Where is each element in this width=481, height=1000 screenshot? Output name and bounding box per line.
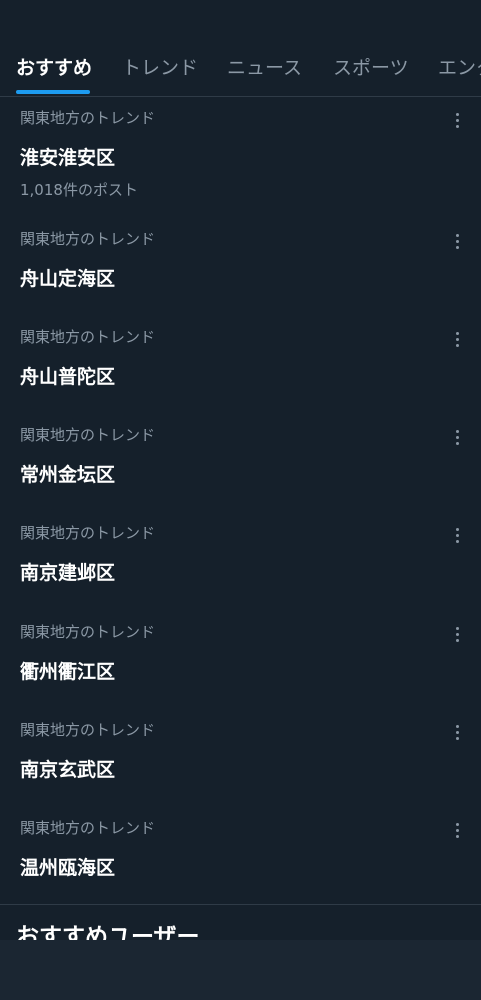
trend-item[interactable]: 関東地方のトレンド 舟山定海区	[0, 229, 481, 299]
explore-tab-bar: おすすめ トレンド ニュース スポーツ エンタ	[0, 40, 481, 97]
tab-sports[interactable]: スポーツ	[333, 56, 409, 80]
trend-name: 温州瓯海区	[20, 857, 116, 879]
trend-context: 関東地方のトレンド	[20, 328, 156, 346]
tab-entertainment[interactable]: エンタ	[438, 56, 481, 80]
active-tab-indicator	[16, 90, 90, 94]
more-vertical-icon[interactable]	[447, 229, 467, 253]
trend-item[interactable]: 関東地方のトレンド 南京建邺区	[0, 523, 481, 593]
recommended-users-heading: おすすめユーザー	[16, 924, 200, 940]
more-vertical-icon[interactable]	[447, 818, 467, 842]
bottom-navigation-bar	[0, 940, 481, 1000]
trend-name: 舟山定海区	[20, 268, 116, 290]
explore-screen: おすすめ トレンド ニュース スポーツ エンタ 関東地方のトレンド 淮安淮安区 …	[0, 0, 481, 1000]
trend-name: 南京玄武区	[20, 759, 116, 781]
tab-news[interactable]: ニュース	[227, 56, 302, 80]
trend-name: 常州金坛区	[20, 464, 116, 486]
trend-name: 舟山普陀区	[20, 366, 116, 388]
trend-name: 南京建邺区	[20, 562, 116, 584]
trend-item[interactable]: 関東地方のトレンド 衢州衢江区	[0, 622, 481, 692]
trend-context: 関東地方のトレンド	[20, 426, 156, 444]
trend-item[interactable]: 関東地方のトレンド 温州瓯海区	[0, 818, 481, 888]
trend-name: 衢州衢江区	[20, 661, 116, 683]
more-vertical-icon[interactable]	[447, 622, 467, 646]
trend-item[interactable]: 関東地方のトレンド 常州金坛区	[0, 425, 481, 495]
trend-item[interactable]: 関東地方のトレンド 南京玄武区	[0, 720, 481, 790]
trend-context: 関東地方のトレンド	[20, 819, 156, 837]
trend-context: 関東地方のトレンド	[20, 623, 156, 641]
tab-for-you[interactable]: おすすめ	[16, 56, 92, 80]
section-divider	[0, 904, 481, 905]
trend-context: 関東地方のトレンド	[20, 721, 156, 739]
more-vertical-icon[interactable]	[447, 108, 467, 132]
trend-post-count: 1,018件のポスト	[20, 181, 138, 199]
tab-trending[interactable]: トレンド	[122, 56, 198, 80]
trend-name: 淮安淮安区	[20, 147, 116, 169]
more-vertical-icon[interactable]	[447, 425, 467, 449]
trend-context: 関東地方のトレンド	[20, 524, 156, 542]
more-vertical-icon[interactable]	[447, 523, 467, 547]
more-vertical-icon[interactable]	[447, 720, 467, 744]
trend-item[interactable]: 関東地方のトレンド 淮安淮安区 1,018件のポスト	[0, 108, 481, 204]
trend-context: 関東地方のトレンド	[20, 109, 156, 127]
trend-item[interactable]: 関東地方のトレンド 舟山普陀区	[0, 327, 481, 397]
more-vertical-icon[interactable]	[447, 327, 467, 351]
trend-context: 関東地方のトレンド	[20, 230, 156, 248]
